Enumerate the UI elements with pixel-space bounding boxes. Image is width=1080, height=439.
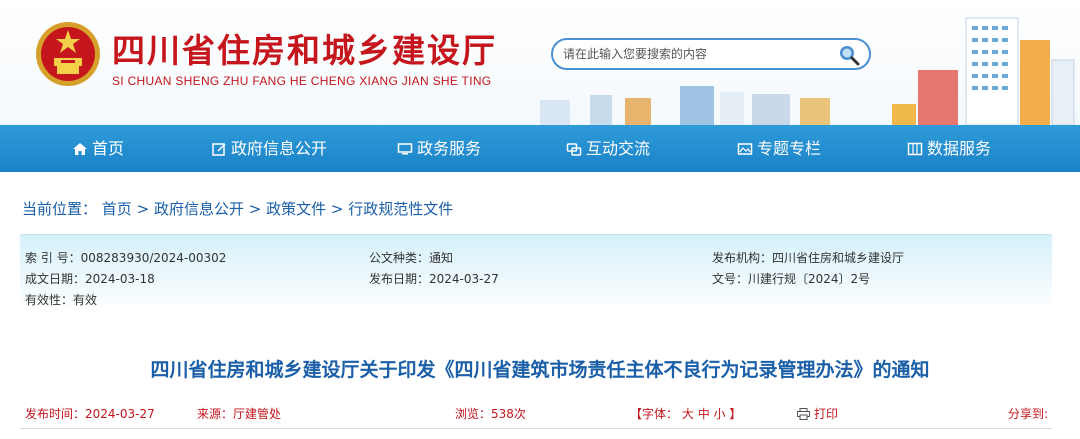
publisher: 发布机构：四川省住房和城乡建设厅 (712, 251, 905, 265)
site-title: 四川省住房和城乡建设厅 (112, 31, 497, 70)
print-label: 打印 (814, 407, 839, 421)
publish-time: 发布时间：2024-03-27 (25, 407, 155, 421)
site-header: 四川省住房和城乡建设厅 SI CHUAN SHENG ZHU FANG HE C… (0, 0, 1080, 125)
nav-item-topics[interactable]: 专题专栏 (737, 125, 821, 172)
publish-date: 发布日期：2024-03-27 (369, 272, 499, 286)
share-label: 分享到: (1008, 407, 1049, 421)
monitor-icon (397, 142, 413, 154)
edit-icon (212, 142, 226, 156)
font-size-suffix: 】 (729, 407, 742, 421)
font-size-small-button[interactable]: 小 (714, 407, 726, 421)
index-number: 索 引 号：008283930/2024-00302 (25, 251, 227, 265)
font-size-large-button[interactable]: 大 (682, 407, 694, 421)
nav-item-label: 互动交流 (586, 139, 651, 158)
article-source: 来源：厅建管处 (197, 407, 282, 421)
print-button[interactable]: 打印 (797, 405, 838, 422)
search-icon[interactable] (837, 43, 861, 67)
image-icon (737, 142, 753, 155)
created-date: 成文日期：2024-03-18 (25, 272, 155, 286)
view-count: 浏览：538次 (455, 407, 526, 421)
nav-item-home[interactable]: 首页 (72, 125, 124, 172)
search-input[interactable] (563, 44, 833, 64)
printer-icon (797, 407, 810, 420)
meta-divider (20, 428, 1052, 429)
chat-icon (566, 142, 582, 156)
font-size-controls: 【字体： 大 中 小 】 (630, 405, 741, 422)
nav-item-services[interactable]: 政务服务 (397, 125, 481, 172)
nav-item-interaction[interactable]: 互动交流 (566, 125, 650, 172)
nav-item-gov-info[interactable]: 政府信息公开 (211, 125, 327, 172)
breadcrumb: 当前位置： 首页 > 政府信息公开 > 政策文件 > 行政规范性文件 (22, 198, 453, 219)
breadcrumb-policy[interactable]: 政策文件 (266, 200, 326, 218)
breadcrumb-home[interactable]: 首页 (102, 200, 132, 218)
font-size-prefix: 【字体： (630, 407, 679, 421)
breadcrumb-prefix: 当前位置： (22, 200, 98, 218)
font-size-medium-button[interactable]: 中 (698, 407, 710, 421)
home-icon (73, 142, 87, 155)
nav-item-label: 政府信息公开 (231, 139, 328, 158)
main-nav: 首页 政府信息公开 政务服务 互动交流 专题专栏 数据服务 (0, 125, 1080, 172)
search-box (551, 38, 871, 70)
breadcrumb-gov-info[interactable]: 政府信息公开 (154, 200, 244, 218)
site-pinyin: SI CHUAN SHENG ZHU FANG HE CHENG XIANG J… (112, 74, 492, 88)
doc-number: 文号：川建行规〔2024〕2号 (712, 272, 871, 286)
breadcrumb-normative-docs[interactable]: 行政规范性文件 (348, 200, 453, 218)
nav-item-label: 首页 (92, 139, 125, 158)
grid-icon (907, 142, 923, 155)
breadcrumb-separator: > (330, 200, 344, 218)
validity: 有效性：有效 (25, 293, 98, 307)
breadcrumb-separator: > (248, 200, 262, 218)
article-title: 四川省住房和城乡建设厅关于印发《四川省建筑市场责任主体不良行为记录管理办法》的通… (150, 359, 930, 381)
nav-item-label: 政务服务 (417, 139, 482, 158)
doc-type: 公文种类：通知 (369, 251, 454, 265)
nav-item-data[interactable]: 数据服务 (907, 125, 991, 172)
nav-item-label: 专题专栏 (757, 139, 822, 158)
document-info-panel: 索 引 号：008283930/2024-00302 公文种类：通知 发布机构：… (20, 234, 1052, 310)
national-emblem-icon (36, 22, 100, 86)
nav-item-label: 数据服务 (927, 139, 992, 158)
breadcrumb-separator: > (136, 200, 150, 218)
